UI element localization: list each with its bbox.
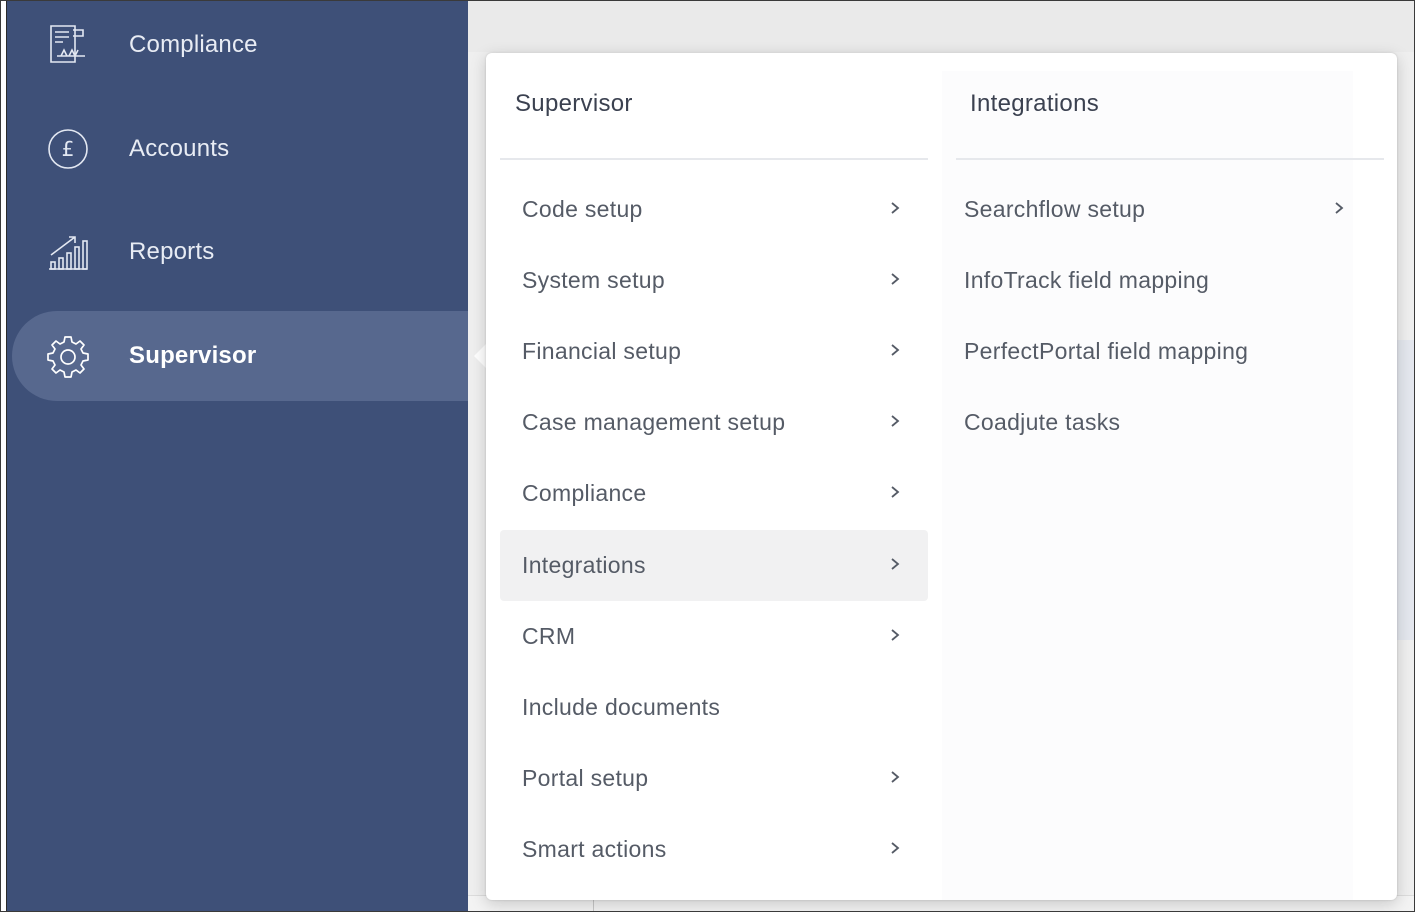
menu-item-code-setup[interactable]: Code setup [500, 174, 928, 245]
menu-item-compliance[interactable]: Compliance [500, 458, 928, 529]
sidebar-item-label: Reports [129, 238, 215, 265]
window-left-edge [0, 0, 7, 912]
menu-item-perfectportal-field-mapping[interactable]: PerfectPortal field mapping [956, 316, 1384, 387]
sidebar-item-label: Compliance [129, 31, 258, 58]
menu-item-smart-actions[interactable]: Smart actions [500, 814, 928, 885]
menu-item-label: PerfectPortal field mapping [964, 338, 1249, 364]
menu-item-searchflow-setup[interactable]: Searchflow setup [956, 174, 1384, 245]
content-header-band [468, 0, 1415, 52]
menu-item-label: Case management setup [522, 409, 786, 435]
menu-item-label: Coadjute tasks [964, 409, 1121, 435]
menu-item-label: Compliance [522, 480, 647, 506]
sidebar-item-supervisor[interactable]: Supervisor [12, 311, 486, 401]
chevron-right-icon [891, 486, 900, 498]
chevron-right-icon [891, 771, 900, 783]
menu-item-include-documents[interactable]: Include documents [500, 672, 928, 743]
menu-item-label: Searchflow setup [964, 196, 1146, 222]
sidebar-item-label: Supervisor [129, 342, 257, 369]
chevron-right-icon [891, 558, 900, 570]
menu-item-label: Integrations [522, 552, 646, 578]
gear-icon [44, 332, 92, 380]
sidebar-item-compliance[interactable]: Compliance [12, 0, 468, 90]
menu-item-integrations[interactable]: Integrations [500, 530, 928, 601]
bar-chart-trend-icon [44, 228, 92, 276]
divider [956, 158, 1384, 160]
chevron-right-icon [891, 629, 900, 641]
menu-item-coadjute-tasks[interactable]: Coadjute tasks [956, 387, 1384, 458]
svg-text:£: £ [62, 137, 75, 161]
menu-item-label: Financial setup [522, 338, 682, 364]
compliance-certificate-icon [44, 21, 92, 69]
menu-item-label: InfoTrack field mapping [964, 267, 1210, 293]
divider [500, 158, 928, 160]
menu-item-label: CRM [522, 623, 576, 649]
sidebar-item-label: Accounts [129, 135, 230, 162]
chevron-right-icon [891, 273, 900, 285]
chevron-right-icon [891, 842, 900, 854]
sidebar-item-accounts[interactable]: £ Accounts [12, 104, 468, 194]
chevron-right-icon [1335, 202, 1344, 214]
menu-item-system-setup[interactable]: System setup [500, 245, 928, 316]
menu-item-case-management-setup[interactable]: Case management setup [500, 387, 928, 458]
menu-item-label: Include documents [522, 694, 721, 720]
chevron-right-icon [891, 202, 900, 214]
supervisor-mega-menu: Supervisor Code setup System setup Finan… [486, 53, 1397, 900]
menu-item-label: Smart actions [522, 836, 667, 862]
sidebar-item-reports[interactable]: Reports [12, 207, 468, 297]
menu-item-label: System setup [522, 267, 665, 293]
menu-item-label: Code setup [522, 196, 643, 222]
sidebar: Compliance £ Accounts Reports Supervisor [6, 0, 486, 912]
menu-item-financial-setup[interactable]: Financial setup [500, 316, 928, 387]
pound-circle-icon: £ [44, 125, 92, 173]
chevron-right-icon [891, 415, 900, 427]
menu-column-title: Integrations [970, 90, 1100, 117]
menu-item-label: Portal setup [522, 765, 649, 791]
menu-item-portal-setup[interactable]: Portal setup [500, 743, 928, 814]
menu-item-crm[interactable]: CRM [500, 601, 928, 672]
menu-column-title: Supervisor [515, 90, 633, 117]
chevron-right-icon [891, 344, 900, 356]
menu-item-infotrack-field-mapping[interactable]: InfoTrack field mapping [956, 245, 1384, 316]
content-side-strip [1394, 340, 1415, 640]
